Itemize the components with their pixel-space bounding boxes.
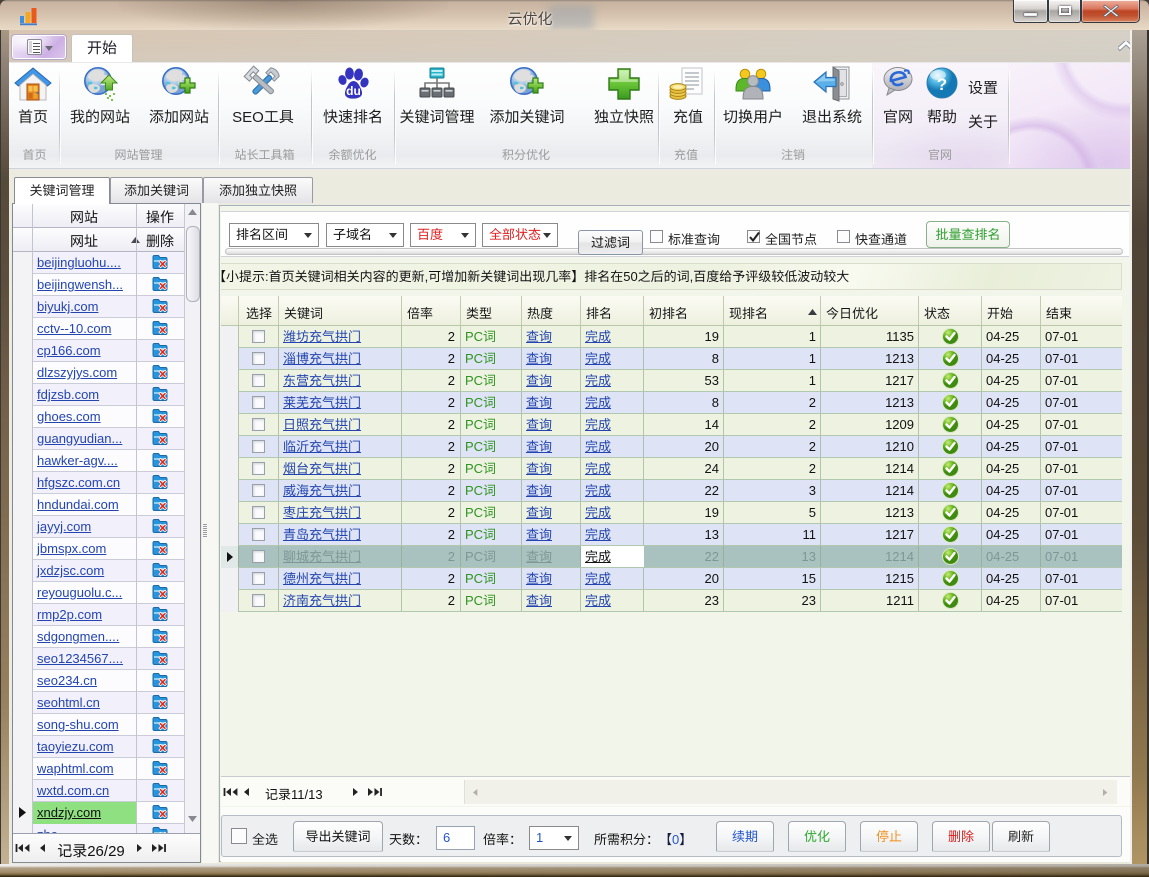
svg-text:du: du <box>346 84 361 98</box>
svg-text:?: ? <box>937 75 947 94</box>
